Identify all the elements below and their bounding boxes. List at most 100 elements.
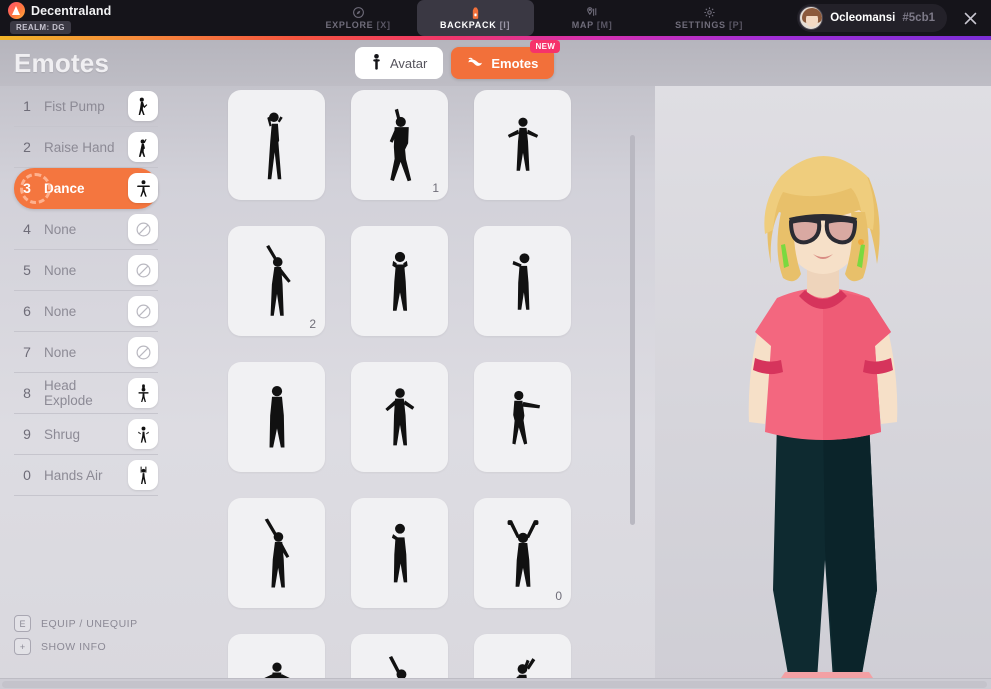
slot-number: 2 [23, 139, 31, 155]
horizontal-scrollbar[interactable] [0, 678, 991, 689]
slot-number: 6 [23, 303, 31, 319]
emote-slot-7[interactable]: 7 None [14, 332, 158, 373]
emote-card[interactable] [351, 634, 448, 679]
emote-card[interactable] [228, 634, 325, 679]
emote-card-badge: 2 [309, 317, 316, 331]
emote-slot-9[interactable]: 9 Shrug [14, 414, 158, 455]
emote-shrug-icon [128, 419, 158, 449]
slot-name: None [44, 262, 77, 278]
slot-number: 7 [23, 344, 31, 360]
emote-card[interactable] [351, 226, 448, 336]
close-button[interactable] [953, 1, 987, 35]
user-name: Ocleomansi [830, 12, 896, 24]
gear-icon [703, 6, 716, 19]
emote-card[interactable] [228, 362, 325, 472]
slot-name: Fist Pump [44, 98, 105, 114]
nav-tab-map[interactable]: MAP [M] [534, 0, 651, 36]
close-icon [964, 12, 976, 24]
new-badge: NEW [530, 40, 561, 53]
user-profile-chip[interactable]: Ocleomansi #5cb1 [797, 4, 947, 32]
nav-tab-settings[interactable]: SETTINGS [P] [651, 0, 768, 36]
hotkey-equip: E EQUIP / UNEQUIP [14, 615, 138, 632]
emote-slot-0[interactable]: 0 Hands Air [14, 455, 158, 496]
nav-tab-backpack[interactable]: BACKPACK [I] [416, 0, 534, 36]
emote-slot-1[interactable]: 1 Fist Pump [14, 86, 158, 127]
nav-tab-map-label: MAP [M] [571, 20, 613, 30]
user-avatar-icon [799, 6, 824, 30]
emote-slot-3[interactable]: 3 Dance [14, 168, 158, 209]
tab-avatar[interactable]: Avatar [355, 47, 444, 79]
slot-number: 0 [23, 467, 31, 483]
emote-card[interactable] [474, 362, 571, 472]
emote-card[interactable] [474, 90, 571, 200]
slot-name: Dance [44, 180, 85, 196]
hotkey-label: SHOW INFO [41, 640, 107, 653]
hotkey-label: EQUIP / UNEQUIP [41, 617, 138, 630]
realm-badge: REALM: DG [10, 21, 71, 34]
tab-emotes-label: Emotes [491, 55, 539, 71]
empty-slot-icon [128, 255, 158, 285]
avatar-3d-model [748, 156, 898, 689]
emote-card[interactable]: 2 [228, 226, 325, 336]
emote-slot-6[interactable]: 6 None [14, 291, 158, 332]
avatar-preview-panel[interactable]: DONE [655, 86, 991, 689]
slot-number: 1 [23, 98, 31, 114]
emote-slot-8[interactable]: 8 Head Explode [14, 373, 158, 414]
backpack-screen: Decentraland REALM: DG EXPLORE [X] BACKP… [0, 0, 991, 689]
slot-number: 8 [23, 385, 31, 401]
emote-grid-scroll-area[interactable]: 1 2 0 [210, 86, 620, 679]
slot-name: Shrug [44, 426, 81, 442]
compass-icon [352, 6, 365, 19]
slot-name: None [44, 344, 77, 360]
nav-tab-backpack-label: BACKPACK [I] [439, 20, 511, 30]
tab-avatar-label: Avatar [390, 55, 428, 71]
slot-name: Raise Hand [44, 139, 115, 155]
grid-scrollbar[interactable] [630, 135, 635, 525]
emote-card[interactable] [474, 634, 571, 679]
slot-name: None [44, 303, 77, 319]
slot-number: 4 [23, 221, 31, 237]
backpack-icon [469, 6, 482, 19]
slot-number: 9 [23, 426, 31, 442]
emote-hands-air-icon [128, 460, 158, 490]
emote-card[interactable] [351, 498, 448, 608]
emote-slot-2[interactable]: 2 Raise Hand [14, 127, 158, 168]
person-icon [371, 53, 382, 73]
hotkey-hints: E EQUIP / UNEQUIP + SHOW INFO [14, 615, 138, 661]
selected-slot-ring [20, 173, 51, 204]
hotkey-show-info: + SHOW INFO [14, 638, 138, 655]
map-pin-icon [585, 6, 599, 19]
emote-slot-4[interactable]: 4 None [14, 209, 158, 250]
page-header: Emotes Avatar Emotes NEW [0, 40, 991, 86]
emote-head-explode-icon [128, 378, 158, 408]
wave-hand-icon [467, 55, 483, 72]
emote-fist-pump-icon [128, 91, 158, 121]
page-body: Emotes Avatar Emotes NEW 1 Fist Pump 2 R… [0, 40, 991, 689]
emote-dance-icon [128, 173, 158, 203]
emote-slot-5[interactable]: 5 None [14, 250, 158, 291]
slot-number: 5 [23, 262, 31, 278]
emote-card[interactable] [228, 498, 325, 608]
emote-card[interactable]: 0 [474, 498, 571, 608]
brand-block: Decentraland REALM: DG [0, 2, 270, 34]
empty-slot-icon [128, 296, 158, 326]
tab-emotes[interactable]: Emotes NEW [451, 40, 561, 79]
key-cap: + [14, 638, 31, 655]
emote-card[interactable]: 1 [351, 90, 448, 200]
emote-card[interactable] [351, 362, 448, 472]
emote-card-badge: 1 [432, 181, 439, 195]
emote-grid: 1 2 0 [210, 86, 620, 679]
user-tag: #5cb1 [902, 12, 935, 24]
main-nav-tabs: EXPLORE [X] BACKPACK [I] MAP [M] SETTING… [270, 0, 797, 36]
horizontal-scrollbar-thumb[interactable] [2, 681, 987, 688]
emote-card[interactable] [228, 90, 325, 200]
page-title: Emotes [14, 47, 110, 78]
nav-tab-settings-label: SETTINGS [P] [675, 20, 744, 30]
slot-name: Head Explode [44, 378, 93, 408]
nav-tab-explore-label: EXPLORE [X] [325, 20, 391, 30]
category-tabs: Avatar Emotes NEW [355, 40, 561, 79]
emote-card[interactable] [474, 226, 571, 336]
emote-card-badge: 0 [555, 589, 562, 603]
slot-name: None [44, 221, 77, 237]
nav-tab-explore[interactable]: EXPLORE [X] [300, 0, 417, 36]
